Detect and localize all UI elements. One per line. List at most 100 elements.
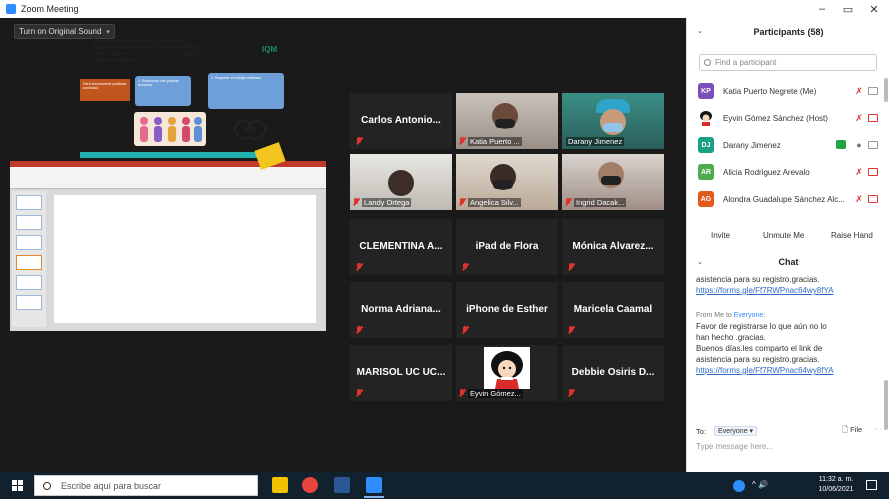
camera-off-icon[interactable] — [868, 114, 878, 122]
close-button[interactable]: ✕ — [861, 0, 887, 18]
video-tile[interactable]: MARISOL UC UC... — [350, 345, 452, 401]
tray-app-icon[interactable] — [733, 480, 745, 492]
avatar: AR — [698, 164, 714, 180]
participant-row[interactable]: Eyvin Gómez Sánchez (Host) ✗ — [687, 105, 889, 132]
word-icon[interactable] — [334, 477, 350, 493]
video-tile[interactable]: Katia Puerto ... — [456, 93, 558, 149]
video-tile[interactable]: Norma Adriana... — [350, 282, 452, 338]
windows-taskbar: Escribe aquí para buscar ^ 🔊 11:32 a. m.… — [0, 472, 889, 499]
slide-thumbnail — [16, 275, 42, 290]
slide-info-box-1-text: 1. Reconocer mis propias acciones — [138, 79, 179, 87]
participants-scrollbar[interactable] — [884, 78, 888, 102]
slide-logo: IQM — [262, 45, 278, 54]
participants-title: Participants (58) — [753, 27, 824, 37]
participant-name: Norma Adriana... — [361, 304, 441, 315]
avatar: AG — [698, 191, 714, 207]
muted-mic-icon[interactable]: ✗ — [854, 167, 864, 177]
zoom-taskbar-icon[interactable] — [366, 477, 382, 493]
video-tile[interactable]: Carlos Antonio... — [350, 93, 452, 149]
video-tile[interactable]: iPad de Flora — [456, 219, 558, 275]
file-explorer-icon[interactable] — [272, 477, 288, 493]
participant-list-name: Alicia Rodriguez Arevalo — [723, 168, 810, 177]
video-tile[interactable]: Eyvin Gómez... — [456, 345, 558, 401]
slide-thumbnail — [16, 235, 42, 250]
chat-scrollbar[interactable] — [884, 380, 888, 430]
file-button[interactable]: 🗋 File — [842, 424, 862, 437]
chat-message-text: Buenos días.les comparto el link de — [696, 344, 823, 353]
avatar: KP — [698, 83, 714, 99]
chat-message-input[interactable]: Type message here... — [696, 442, 882, 451]
minimize-button[interactable]: – — [809, 0, 835, 18]
notification-icon[interactable] — [866, 480, 877, 490]
muted-mic-icon — [356, 389, 362, 397]
video-tile[interactable]: Debbie Osiris D... — [562, 345, 664, 401]
original-sound-label: Turn on Original Sound — [19, 27, 102, 36]
chat-link[interactable]: https://forms.gle/Ff7RWPnac64wy8fYA — [696, 365, 882, 376]
muted-mic-icon — [356, 263, 362, 271]
windows-start-icon[interactable] — [12, 480, 23, 491]
participant-list-name: Alondra Guadalupe Sánchez Alc... — [723, 195, 845, 204]
muted-mic-icon — [568, 326, 574, 334]
chat-message-text: han hecho .gracias. — [696, 333, 766, 342]
raise-hand-button[interactable]: Raise Hand — [831, 226, 873, 244]
video-tile[interactable]: Angelica Silv... — [456, 154, 558, 210]
participant-name: Katia Puerto ... — [468, 137, 522, 146]
video-tile-active-speaker[interactable]: Darany Jimenez — [562, 93, 664, 149]
face-mask — [601, 176, 621, 185]
taskbar-clock[interactable]: 11:32 a. m. 10/06/2021 — [816, 475, 856, 495]
slide-people-illustration — [134, 112, 206, 146]
chevron-down-icon[interactable]: ▾ — [106, 28, 110, 36]
camera-off-icon[interactable] — [868, 168, 878, 176]
muted-mic-icon[interactable]: ✗ — [854, 113, 864, 123]
muted-mic-icon[interactable]: ✗ — [854, 86, 864, 96]
tray-icons[interactable]: ^ 🔊 — [752, 480, 768, 489]
invite-button[interactable]: Invite — [711, 226, 730, 244]
video-tile[interactable]: iPhone de Esther — [456, 282, 558, 338]
shared-screen — [10, 161, 326, 331]
camera-off-icon[interactable] — [868, 195, 878, 203]
participant-list-name: Katia Puerto Negrete (Me) — [723, 87, 817, 96]
participant-row[interactable]: AG Alondra Guadalupe Sánchez Alc... ✗ — [687, 186, 889, 213]
video-tile[interactable]: Mónica Álvarez... — [562, 219, 664, 275]
chat-from-label: From Me to — [696, 312, 732, 319]
collapse-chevron-icon[interactable]: ⌄ — [697, 258, 703, 266]
video-tile[interactable]: Ingrid Dacak... — [562, 154, 664, 210]
participant-name: Maricela Caamal — [573, 304, 653, 315]
participant-name: Debbie Osiris D... — [571, 367, 655, 378]
video-tile[interactable]: Landy Ortega — [350, 154, 452, 210]
participant-name: Darany Jimenez — [566, 137, 625, 146]
chrome-icon[interactable] — [302, 477, 318, 493]
participant-row[interactable]: DJ Darany Jimenez ● — [687, 132, 889, 159]
taskbar-search-input[interactable]: Escribe aquí para buscar — [34, 475, 258, 496]
participant-row[interactable]: KP Katia Puerto Negrete (Me) ✗ — [687, 78, 889, 105]
window-title: Zoom Meeting — [21, 4, 79, 14]
restore-button[interactable]: ▭ — [835, 0, 861, 18]
unmute-me-button[interactable]: Unmute Me — [763, 226, 804, 244]
participant-name: Angelica Silv... — [468, 198, 521, 207]
more-options-button[interactable]: ··· — [874, 424, 882, 433]
muted-mic-icon — [356, 137, 362, 145]
slide-info-box-2-text: 2. Respetar el trabajo realizado — [211, 76, 261, 80]
muted-mic-icon — [356, 326, 362, 334]
mic-icon[interactable]: ● — [854, 140, 864, 150]
video-tile[interactable]: Maricela Caamal — [562, 282, 664, 338]
chat-link[interactable]: https://forms.gle/Ff7RWPnac64wy8fYA — [696, 285, 882, 296]
camera-icon[interactable] — [868, 87, 878, 95]
participant-search-input[interactable]: Find a participant — [699, 54, 877, 71]
muted-mic-icon[interactable]: ✗ — [854, 194, 864, 204]
chat-recipient-dropdown[interactable]: Everyone ▾ — [714, 426, 758, 436]
camera-icon[interactable] — [868, 141, 878, 149]
active-app-indicator — [364, 496, 384, 498]
ppt-ribbon — [10, 167, 326, 189]
avatar: DJ — [698, 137, 714, 153]
original-sound-button[interactable]: Turn on Original Sound ▾ — [14, 24, 115, 39]
screen-share-icon — [836, 140, 846, 149]
collapse-chevron-icon[interactable]: ⌄ — [697, 27, 703, 35]
video-tile[interactable]: CLEMENTINA A... — [350, 219, 452, 275]
slide-footer-bar — [80, 152, 280, 158]
participant-row[interactable]: AR Alicia Rodriguez Arevalo ✗ — [687, 159, 889, 186]
muted-mic-icon — [353, 198, 359, 206]
slide-thumbnail-current — [16, 255, 42, 270]
profile-picture — [484, 347, 530, 389]
chat-to-label: To: — [696, 426, 707, 436]
